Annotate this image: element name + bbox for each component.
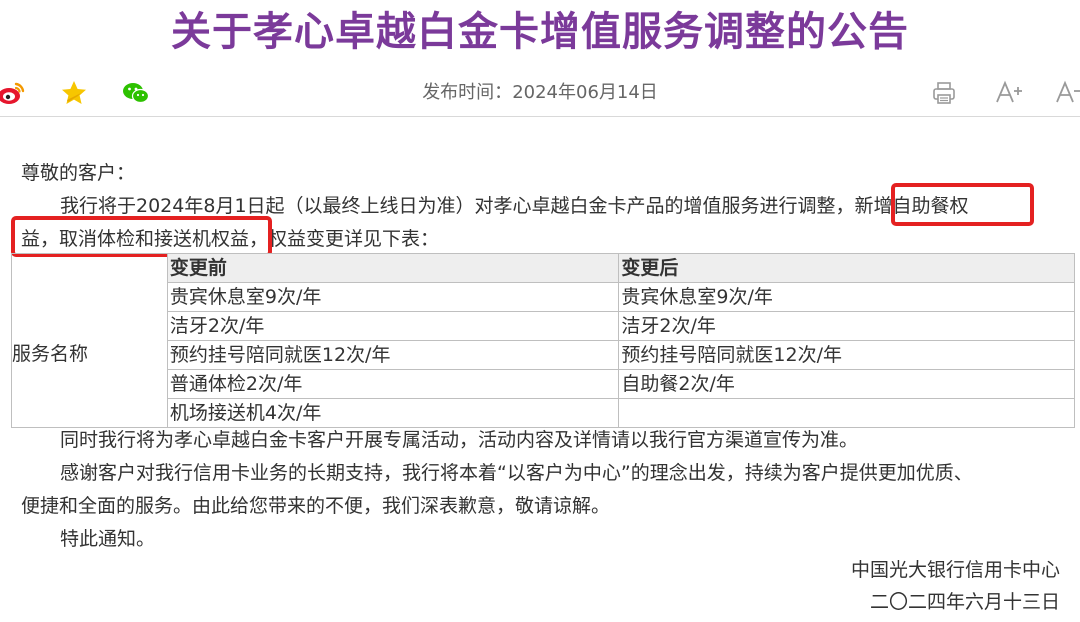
page-title: 关于孝心卓越白金卡增值服务调整的公告 [171, 9, 909, 55]
highlight-new-buffet: 新增自助餐权 [854, 195, 969, 217]
table-row: 机场接送机4次/年 [12, 398, 1075, 428]
signature-org: 中国光大银行信用卡中心 [850, 559, 1060, 581]
table-header-row: 变更前 变更后 [11, 253, 1075, 283]
publish-label: 发布时间： [422, 82, 513, 103]
paragraph-1-line-1: 我行将于2024年8月1日起（以最终上线日为准）对孝心卓越白金卡产品的增值服务进… [60, 190, 969, 223]
table-row: 预约挂号陪同就医12次/年 预约挂号陪同就医12次/年 [12, 340, 1075, 370]
cell-after: 自助餐2次/年 [618, 369, 1075, 399]
article-toolbar: 发布时间：2024年06月14日 [0, 70, 1080, 117]
header-after: 变更后 [618, 253, 1075, 283]
highlight-cancel-benefits: 益，取消体检和接送机权益 [21, 228, 250, 250]
paragraph-3-line-1: 感谢客户对我行信用卡业务的长期支持，我行将本着“以客户为中心”的理念出发，持续为… [60, 462, 973, 484]
cell-before: 洁牙2次/年 [166, 311, 620, 341]
row-label-service-name: 服务名称 [11, 282, 168, 428]
table-row: 普通体检2次/年 自助餐2次/年 [12, 369, 1075, 399]
paragraph-1-text: 我行将于2024年8月1日起（以最终上线日为准）对孝心卓越白金卡产品的增值服务进… [60, 195, 855, 217]
cell-before: 贵宾休息室9次/年 [166, 282, 620, 312]
cell-before: 机场接送机4次/年 [166, 398, 620, 428]
table-row: 服务名称 贵宾休息室9次/年 贵宾休息室9次/年 [11, 282, 1075, 428]
cell-after: 预约挂号陪同就医12次/年 [618, 340, 1075, 370]
print-icon[interactable] [929, 78, 959, 108]
cell-after: 洁牙2次/年 [618, 311, 1075, 341]
table-corner-cell [11, 253, 168, 283]
publish-time: 发布时间：2024年06月14日 [0, 82, 1080, 104]
cell-before: 普通体检2次/年 [166, 369, 620, 399]
table-row: 洁牙2次/年 洁牙2次/年 [12, 311, 1075, 341]
header-before: 变更前 [166, 253, 620, 283]
publish-date: 2024年06月14日 [512, 82, 658, 103]
font-decrease-icon[interactable] [1054, 78, 1080, 108]
font-increase-icon[interactable] [994, 78, 1024, 108]
closing: 特此通知。 [60, 528, 156, 550]
signature-date: 二〇二四年六月十三日 [869, 591, 1060, 613]
greeting: 尊敬的客户： [21, 162, 136, 184]
benefit-change-table: 变更前 变更后 服务名称 贵宾休息室9次/年 贵宾休息室9次/年 洁牙2次/年 … [11, 253, 1075, 428]
paragraph-2: 同时我行将为孝心卓越白金卡客户开展专属活动，活动内容及详情请以我行官方渠道宣传为… [60, 429, 859, 451]
paragraph-1-tail: ，权益变更详见下表： [249, 228, 440, 250]
paragraph-1-line-2: 益，取消体检和接送机权益 ，权益变更详见下表： [21, 223, 439, 256]
cell-after [618, 398, 1075, 428]
cell-after: 贵宾休息室9次/年 [618, 282, 1075, 312]
paragraph-3-line-2: 便捷和全面的服务。由此给您带来的不便，我们深表歉意，敬请谅解。 [21, 495, 611, 517]
cell-before: 预约挂号陪同就医12次/年 [166, 340, 620, 370]
